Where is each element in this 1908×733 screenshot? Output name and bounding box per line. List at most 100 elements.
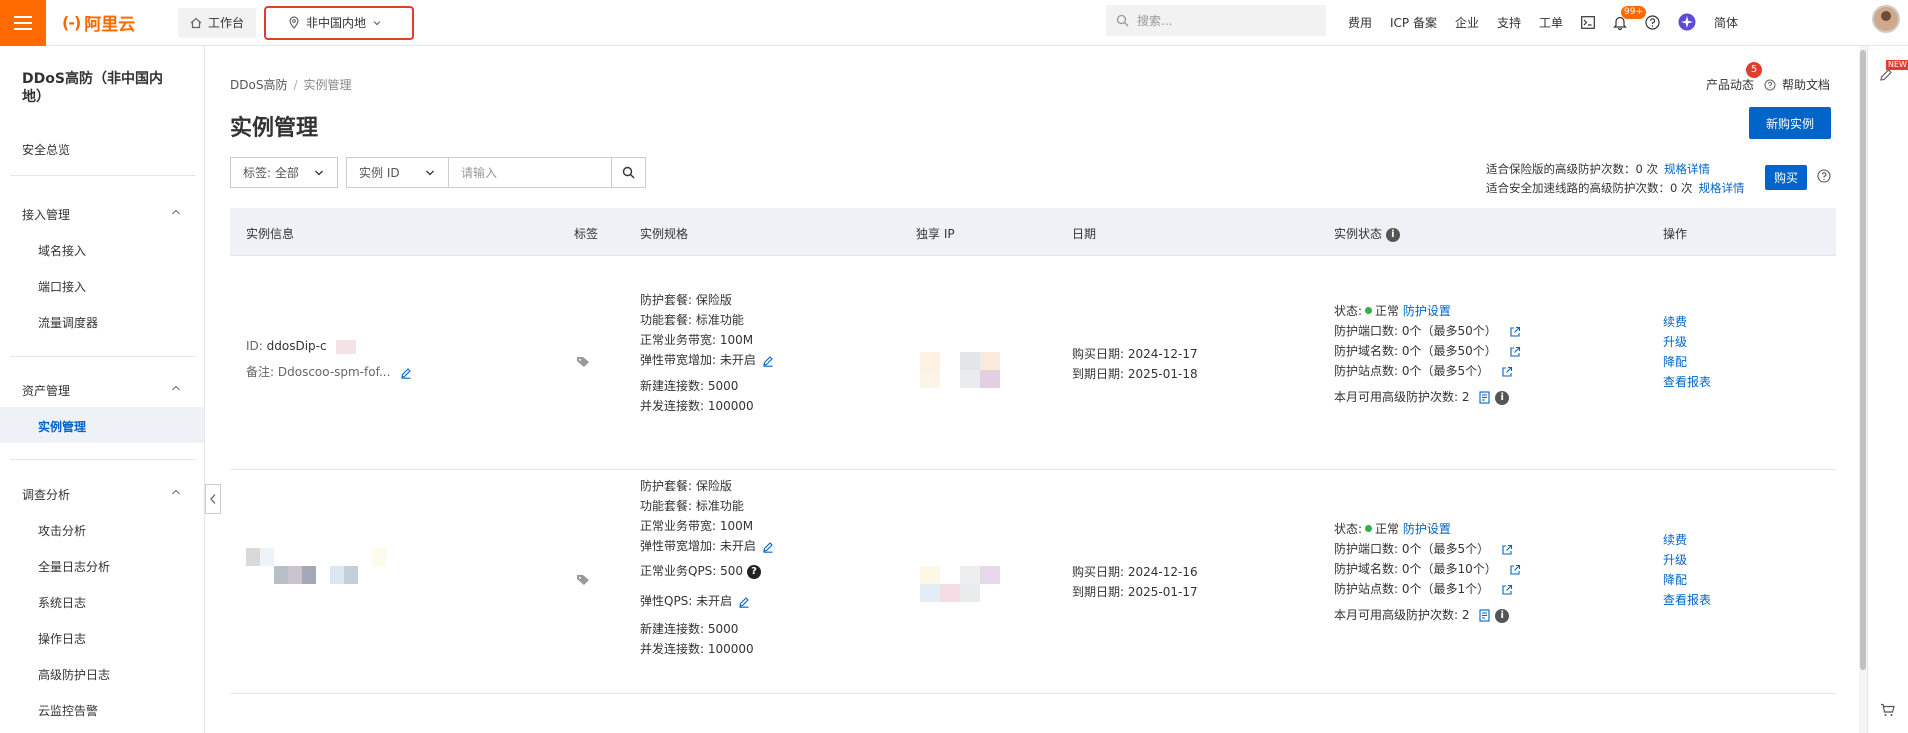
help-circle-icon[interactable] xyxy=(1817,169,1831,183)
external-link-icon[interactable] xyxy=(1509,564,1521,576)
id-value[interactable]: ddosDip-c xyxy=(267,339,327,353)
tag-filter-select[interactable]: 标签: 全部 xyxy=(230,157,338,188)
upgrade-link[interactable]: 升级 xyxy=(1663,332,1711,352)
ports-text: 防护端口数: 0个（最多50个） xyxy=(1334,324,1497,338)
redacted-ip xyxy=(920,566,1000,602)
row-actions: 续费 升级 降配 查看报表 xyxy=(1663,312,1711,392)
product-news-link[interactable]: 产品动态 5 xyxy=(1706,62,1763,93)
sidebar-item-port-access[interactable]: 端口接入 xyxy=(38,278,86,295)
sidebar-item-instance-management[interactable]: 实例管理 xyxy=(0,407,204,443)
search-button[interactable] xyxy=(612,157,646,188)
nav-icp[interactable]: ICP 备案 xyxy=(1390,14,1437,31)
edit-icon[interactable] xyxy=(762,541,774,553)
breadcrumb-ddos[interactable]: DDoS高防 xyxy=(230,78,287,92)
sidebar-item-full-log-analysis[interactable]: 全量日志分析 xyxy=(38,558,110,575)
edit-icon[interactable] xyxy=(1879,68,1893,82)
tag-icon[interactable] xyxy=(576,574,590,586)
chevron-up-icon xyxy=(172,209,180,215)
advanced-quota-info: 适合保险版的高级防护次数：0 次规格详情 适合安全加速线路的高级防护次数：0 次… xyxy=(1486,160,1744,198)
ai-assistant-icon[interactable] xyxy=(1678,13,1696,31)
sidebar-item-system-log[interactable]: 系统日志 xyxy=(38,594,86,611)
renew-link[interactable]: 续费 xyxy=(1663,312,1711,332)
spec-details-link[interactable]: 规格详情 xyxy=(1698,181,1744,195)
scrollbar-thumb[interactable] xyxy=(1860,50,1866,670)
report-icon[interactable] xyxy=(1479,391,1491,404)
user-avatar[interactable] xyxy=(1872,5,1900,33)
info-icon[interactable]: i xyxy=(1495,608,1510,623)
sidebar-item-domain-access[interactable]: 域名接入 xyxy=(38,242,86,259)
spec-details-link[interactable]: 规格详情 xyxy=(1664,162,1710,176)
sidebar-item-security-overview[interactable]: 安全总览 xyxy=(22,141,70,158)
buy-button[interactable]: 购买 xyxy=(1765,165,1807,190)
status-ok-dot xyxy=(1365,525,1373,532)
external-link-icon[interactable] xyxy=(1509,346,1521,358)
downgrade-link[interactable]: 降配 xyxy=(1663,352,1711,372)
col-dedicated-ip: 独享 IP xyxy=(916,227,955,241)
spec-package: 防护套餐: 保险版 xyxy=(640,293,732,307)
cart-icon[interactable] xyxy=(1880,703,1895,717)
workspace-tab[interactable]: 工作台 xyxy=(178,7,257,38)
external-link-icon[interactable] xyxy=(1501,544,1513,556)
chevron-up-icon xyxy=(172,385,180,391)
col-actions: 操作 xyxy=(1663,227,1688,241)
nav-billing[interactable]: 费用 xyxy=(1348,14,1372,31)
product-title: DDoS高防（非中国内地） xyxy=(22,71,163,105)
renew-link[interactable]: 续费 xyxy=(1663,530,1711,550)
sidebar-group-assets[interactable]: 资产管理 xyxy=(22,382,182,399)
aliyun-logo[interactable]: (-) 阿里云 xyxy=(62,10,164,35)
new-instance-button[interactable]: 新购实例 xyxy=(1749,107,1831,139)
sidebar-item-traffic-scheduler[interactable]: 流量调度器 xyxy=(38,314,98,331)
downgrade-link[interactable]: 降配 xyxy=(1663,570,1711,590)
report-icon[interactable] xyxy=(1479,609,1491,622)
domains-text: 防护域名数: 0个（最多50个） xyxy=(1334,344,1497,358)
edit-icon[interactable] xyxy=(400,367,412,379)
right-rail: NEW xyxy=(1867,46,1908,733)
terminal-icon[interactable] xyxy=(1581,15,1595,29)
info-icon[interactable]: i xyxy=(1495,390,1510,405)
sidebar-group-label: 资产管理 xyxy=(22,384,71,398)
edit-icon[interactable] xyxy=(762,355,774,367)
view-report-link[interactable]: 查看报表 xyxy=(1663,372,1711,392)
info-icon[interactable]: i xyxy=(1385,227,1400,242)
nav-support[interactable]: 支持 xyxy=(1497,14,1521,31)
hamburger-menu-button[interactable] xyxy=(0,0,46,46)
protect-settings-link[interactable]: 防护设置 xyxy=(1403,304,1451,318)
upgrade-link[interactable]: 升级 xyxy=(1663,550,1711,570)
search-placeholder: 搜索... xyxy=(1137,14,1173,28)
protect-settings-link[interactable]: 防护设置 xyxy=(1403,522,1451,536)
bell-icon[interactable]: 99+ xyxy=(1613,5,1647,30)
help-docs-link[interactable]: 帮助文档 xyxy=(1782,76,1830,93)
spec-elastic-bandwidth: 弹性带宽增加: 未开启 xyxy=(640,536,774,556)
sidebar-item-attack-analysis[interactable]: 攻击分析 xyxy=(38,522,86,539)
external-link-icon[interactable] xyxy=(1509,326,1521,338)
sidebar-item-cloud-monitor-alert[interactable]: 云监控告警 xyxy=(38,702,98,719)
product-news-label: 产品动态 xyxy=(1706,78,1755,92)
tag-icon[interactable] xyxy=(576,356,590,368)
chevron-down-icon xyxy=(315,170,323,175)
nav-ticket[interactable]: 工单 xyxy=(1539,14,1563,31)
search-input[interactable]: 请输入 xyxy=(448,157,612,188)
spec-qps: 正常业务QPS: 500? xyxy=(640,561,774,581)
help-icon[interactable] xyxy=(1645,14,1660,30)
status-badge: 正常 xyxy=(1375,522,1400,536)
sidebar-group-access[interactable]: 接入管理 xyxy=(22,206,182,223)
region-selector[interactable]: 非中国内地 xyxy=(264,5,415,40)
col-status-label: 实例状态 xyxy=(1334,227,1383,241)
search-field-select[interactable]: 实例 ID xyxy=(346,157,448,188)
col-status: 实例状态 i xyxy=(1334,225,1400,242)
view-report-link[interactable]: 查看报表 xyxy=(1663,590,1711,610)
sidebar-group-analysis[interactable]: 调查分析 xyxy=(22,486,182,503)
sidebar-item-advanced-protection-log[interactable]: 高级防护日志 xyxy=(38,666,110,683)
external-link-icon[interactable] xyxy=(1501,584,1513,596)
main-content: DDoS高防 / 实例管理 实例管理 产品动态 5 帮助文档 新购实例 标签: 全部… xyxy=(206,46,1866,733)
language-switch[interactable]: 简体 xyxy=(1714,14,1738,31)
quota-insurance-line: 适合保险版的高级防护次数：0 次规格详情 xyxy=(1486,160,1744,179)
spec-new-connections: 新建连接数: 5000 xyxy=(640,622,739,636)
external-link-icon[interactable] xyxy=(1501,366,1513,378)
edit-icon[interactable] xyxy=(738,596,750,608)
sidebar-item-operation-log[interactable]: 操作日志 xyxy=(38,630,86,647)
ports-line: 防护端口数: 0个（最多50个） xyxy=(1334,321,1521,341)
question-icon[interactable]: ? xyxy=(747,564,762,579)
nav-enterprise[interactable]: 企业 xyxy=(1455,14,1479,31)
global-search-input[interactable]: 搜索... xyxy=(1106,5,1326,36)
